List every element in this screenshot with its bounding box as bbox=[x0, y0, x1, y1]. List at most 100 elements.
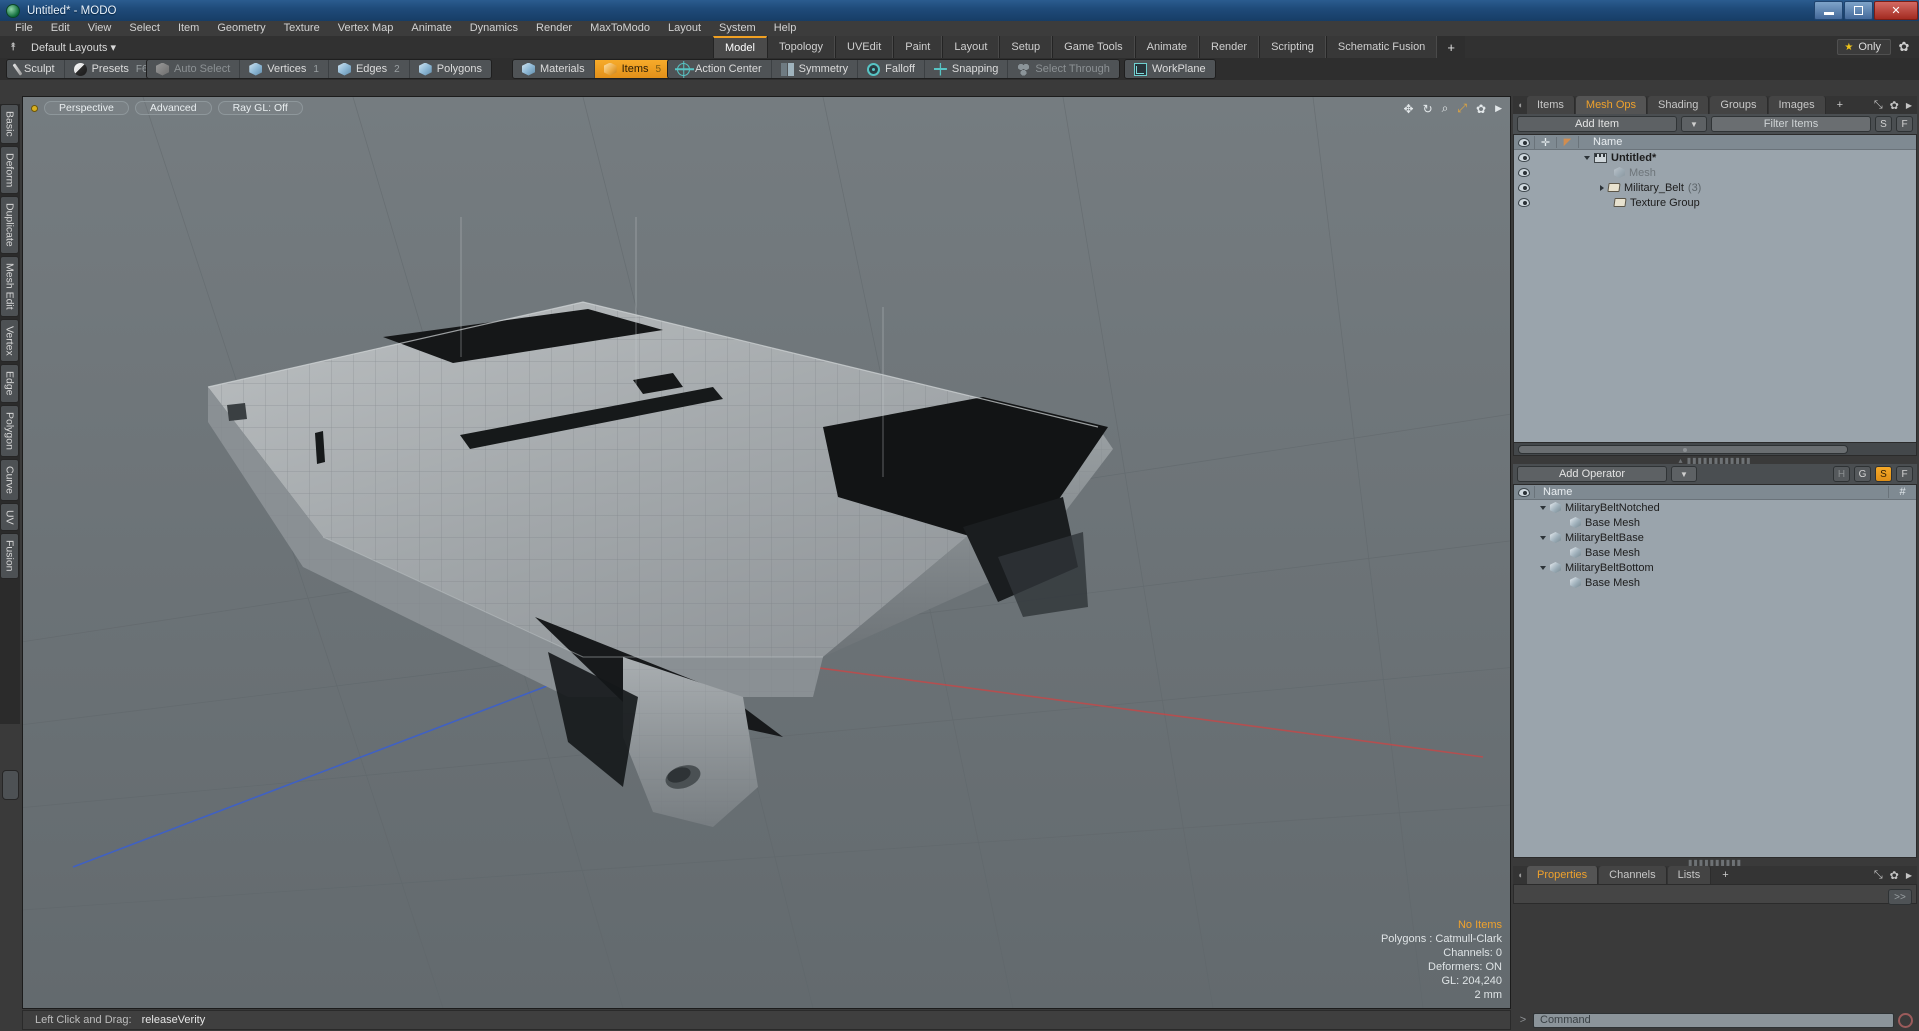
close-button[interactable]: ✕ bbox=[1874, 1, 1918, 20]
menu-item-edit[interactable]: Edit bbox=[42, 21, 79, 36]
menu-item-dynamics[interactable]: Dynamics bbox=[461, 21, 527, 36]
mode-button-snapping[interactable]: Snapping bbox=[925, 60, 1009, 78]
panel-tab-images[interactable]: Images bbox=[1768, 96, 1826, 114]
layout-tab-uvedit[interactable]: UVEdit bbox=[835, 36, 894, 58]
command-input[interactable]: Command bbox=[1533, 1012, 1894, 1028]
vtab-mesh-edit[interactable]: Mesh Edit bbox=[0, 255, 19, 317]
mode-button-items[interactable]: Items 5 bbox=[594, 60, 671, 78]
menu-item-item[interactable]: Item bbox=[169, 21, 208, 36]
viewport-shading-mode[interactable]: Advanced bbox=[134, 101, 212, 115]
expand-icon[interactable]: ⤡ bbox=[1874, 869, 1883, 882]
mode-button-select-through[interactable]: Select Through bbox=[1008, 60, 1118, 78]
move-icon[interactable]: ✥ bbox=[1404, 102, 1414, 116]
properties-expand-button[interactable]: >> bbox=[1888, 889, 1912, 905]
default-layouts-menu[interactable]: Default Layouts ▾ bbox=[31, 41, 116, 54]
items-tree[interactable]: ✛ ◤ Name Untitled* Mesh Military_Belt (3) Te… bbox=[1513, 134, 1917, 456]
menu-item-animate[interactable]: Animate bbox=[402, 21, 460, 36]
mesh-ops-tree[interactable]: Name # MilitaryBeltNotched Base Mesh Milit… bbox=[1513, 484, 1917, 858]
vtab-deform[interactable]: Deform bbox=[0, 145, 19, 195]
ops-f-button[interactable]: F bbox=[1896, 466, 1913, 482]
vtab-vertex[interactable]: Vertex bbox=[0, 318, 19, 363]
mode-button-sculpt[interactable]: Sculpt bbox=[7, 60, 65, 78]
only-toggle[interactable]: ★ Only bbox=[1837, 39, 1891, 55]
mode-button-edges[interactable]: Edges 2 bbox=[329, 60, 410, 78]
panel-resize-grip-2[interactable]: ▮▮▮▮▮▮▮▮▮▮ bbox=[1513, 858, 1917, 867]
add-layout-tab-button[interactable]: + bbox=[1437, 36, 1465, 58]
left-tool-extra-button[interactable] bbox=[2, 770, 19, 800]
gear-icon[interactable]: ✿ bbox=[1476, 102, 1486, 116]
add-item-button[interactable]: Add Item bbox=[1517, 116, 1677, 132]
bottom-tab-channels[interactable]: Channels bbox=[1599, 866, 1667, 884]
row-visibility-toggle[interactable] bbox=[1514, 198, 1534, 207]
mesh-ops-row[interactable]: MilitaryBeltBottom bbox=[1514, 560, 1916, 575]
filter-items-input[interactable]: Filter Items bbox=[1711, 116, 1871, 132]
viewport-raygl-toggle[interactable]: Ray GL: Off bbox=[217, 101, 303, 115]
maximize-button[interactable] bbox=[1844, 1, 1873, 20]
menu-item-vertex-map[interactable]: Vertex Map bbox=[329, 21, 403, 36]
chevron-right-icon[interactable] bbox=[1600, 184, 1604, 191]
expand-icon[interactable]: ⤡ bbox=[1874, 99, 1883, 112]
magnify-icon[interactable]: ⌕ bbox=[1442, 101, 1449, 116]
ops-h-button[interactable]: H bbox=[1833, 466, 1850, 482]
bottom-tab-lists[interactable]: Lists bbox=[1667, 866, 1712, 884]
panel-tab-mesh-ops[interactable]: Mesh Ops bbox=[1575, 96, 1648, 114]
layout-tab-render[interactable]: Render bbox=[1199, 36, 1260, 58]
layout-tab-layout[interactable]: Layout bbox=[942, 36, 1000, 58]
add-bottom-tab-button[interactable]: + bbox=[1712, 866, 1738, 884]
mesh-ops-row[interactable]: MilitaryBeltNotched bbox=[1514, 500, 1916, 515]
minimize-button[interactable] bbox=[1814, 1, 1843, 20]
fit-icon[interactable]: ⤢ bbox=[1457, 101, 1467, 116]
menu-item-select[interactable]: Select bbox=[120, 21, 169, 36]
items-tree-row[interactable]: Texture Group bbox=[1514, 195, 1916, 210]
menu-item-render[interactable]: Render bbox=[527, 21, 581, 36]
mesh-ops-row[interactable]: Base Mesh bbox=[1514, 545, 1916, 560]
menu-item-help[interactable]: Help bbox=[765, 21, 806, 36]
gear-icon[interactable]: ✿ bbox=[1890, 869, 1899, 882]
menu-item-texture[interactable]: Texture bbox=[275, 21, 329, 36]
chevron-down-icon[interactable] bbox=[1584, 155, 1590, 160]
chevron-right-icon[interactable]: ▶ bbox=[1495, 103, 1502, 114]
mode-button-polygons[interactable]: Polygons bbox=[410, 60, 491, 78]
panel-tab-groups[interactable]: Groups bbox=[1710, 96, 1768, 114]
gear-icon[interactable]: ✿ bbox=[1895, 38, 1913, 56]
pin-icon[interactable]: ⯭ bbox=[5, 41, 21, 54]
layout-tab-game-tools[interactable]: Game Tools bbox=[1052, 36, 1135, 58]
menu-item-file[interactable]: File bbox=[6, 21, 42, 36]
layout-tab-topology[interactable]: Topology bbox=[766, 36, 836, 58]
rotate-icon[interactable]: ↻ bbox=[1423, 102, 1433, 116]
row-visibility-toggle[interactable] bbox=[1514, 153, 1534, 162]
chevron-down-icon[interactable] bbox=[1540, 565, 1546, 570]
vtab-duplicate[interactable]: Duplicate bbox=[0, 196, 19, 254]
items-tree-row[interactable]: Mesh bbox=[1514, 165, 1916, 180]
layout-tab-paint[interactable]: Paint bbox=[893, 36, 943, 58]
mode-button-workplane[interactable]: WorkPlane bbox=[1125, 60, 1215, 78]
items-tree-row[interactable]: Military_Belt (3) bbox=[1514, 180, 1916, 195]
items-s-button[interactable]: S bbox=[1875, 116, 1892, 132]
menu-item-system[interactable]: System bbox=[710, 21, 765, 36]
viewport-3d[interactable]: Z X Perspective Advanced Ray GL: Off ✥ ↻… bbox=[22, 96, 1511, 1009]
row-visibility-toggle[interactable] bbox=[1514, 168, 1534, 177]
vtab-edge[interactable]: Edge bbox=[0, 364, 19, 403]
layout-tab-setup[interactable]: Setup bbox=[999, 36, 1053, 58]
ops-s-button[interactable]: S bbox=[1875, 466, 1892, 482]
ops-g-button[interactable]: G bbox=[1854, 466, 1871, 482]
chevron-right-icon[interactable]: ▶ bbox=[1906, 101, 1912, 110]
mesh-ops-row[interactable]: MilitaryBeltBase bbox=[1514, 530, 1916, 545]
items-f-button[interactable]: F bbox=[1896, 116, 1913, 132]
vtab-fusion[interactable]: Fusion bbox=[0, 533, 19, 579]
bottom-tab-properties[interactable]: Properties bbox=[1527, 866, 1599, 884]
chevron-right-icon[interactable]: ▶ bbox=[1906, 871, 1912, 880]
layout-tab-model[interactable]: Model bbox=[713, 36, 767, 58]
layout-tab-schematic-fusion[interactable]: Schematic Fusion bbox=[1325, 36, 1438, 58]
add-tab-button[interactable]: + bbox=[1827, 96, 1853, 114]
panel-resize-grip[interactable]: ▴ ▮▮▮▮▮▮▮▮▮▮▮▮ bbox=[1513, 456, 1917, 465]
menu-item-view[interactable]: View bbox=[79, 21, 121, 36]
vtab-polygon[interactable]: Polygon bbox=[0, 404, 19, 457]
row-visibility-toggle[interactable] bbox=[1514, 183, 1534, 192]
mesh-ops-row[interactable]: Base Mesh bbox=[1514, 515, 1916, 530]
chevron-down-icon[interactable] bbox=[1540, 505, 1546, 510]
chevron-down-icon[interactable]: ▼ bbox=[1671, 466, 1697, 482]
items-tree-row[interactable]: Untitled* bbox=[1514, 150, 1916, 165]
record-icon[interactable] bbox=[1898, 1012, 1913, 1028]
gear-icon[interactable]: ✿ bbox=[1890, 99, 1899, 112]
